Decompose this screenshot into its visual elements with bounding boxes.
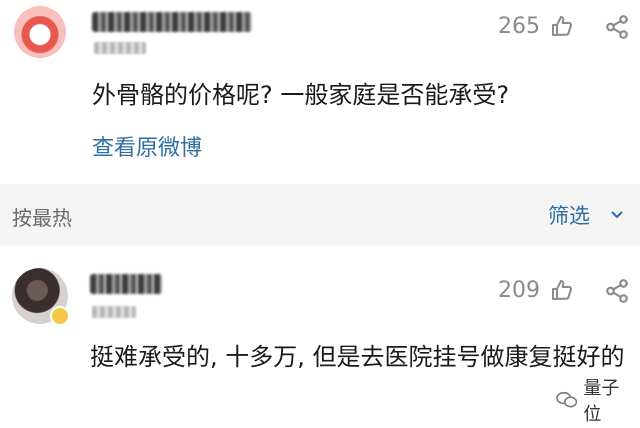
post-card: 265 外骨骼的价格呢? 一般家庭是否能承受? 查看原微博: [0, 0, 640, 184]
wechat-icon: [556, 391, 578, 408]
username-blurred[interactable]: [92, 12, 252, 32]
like-count: 265: [498, 14, 540, 39]
comment-text: 外骨骼的价格呢? 一般家庭是否能承受?: [92, 81, 510, 109]
meta-blurred: [92, 306, 136, 318]
verified-badge: [50, 306, 70, 326]
like-count: 209: [498, 278, 540, 303]
share-icon[interactable]: [604, 278, 630, 304]
thumb-up-icon[interactable]: [550, 14, 574, 38]
avatar[interactable]: [14, 6, 66, 58]
username-blurred[interactable]: [90, 274, 162, 294]
chevron-down-icon[interactable]: [610, 208, 624, 222]
sort-bar: 按最热 筛选: [0, 184, 640, 246]
view-original-link[interactable]: 查看原微博: [92, 130, 202, 162]
filter-button[interactable]: 筛选: [548, 200, 590, 230]
meta-blurred: [94, 42, 146, 54]
share-icon[interactable]: [604, 14, 630, 40]
thumb-up-icon[interactable]: [550, 278, 574, 302]
watermark-text: 量子位: [583, 378, 620, 425]
reply-text: 挺难承受的, 十多万, 但是去医院挂号做康复挺好的: [90, 343, 625, 371]
watermark: 量子位: [552, 372, 640, 428]
sort-label[interactable]: 按最热: [12, 202, 72, 231]
